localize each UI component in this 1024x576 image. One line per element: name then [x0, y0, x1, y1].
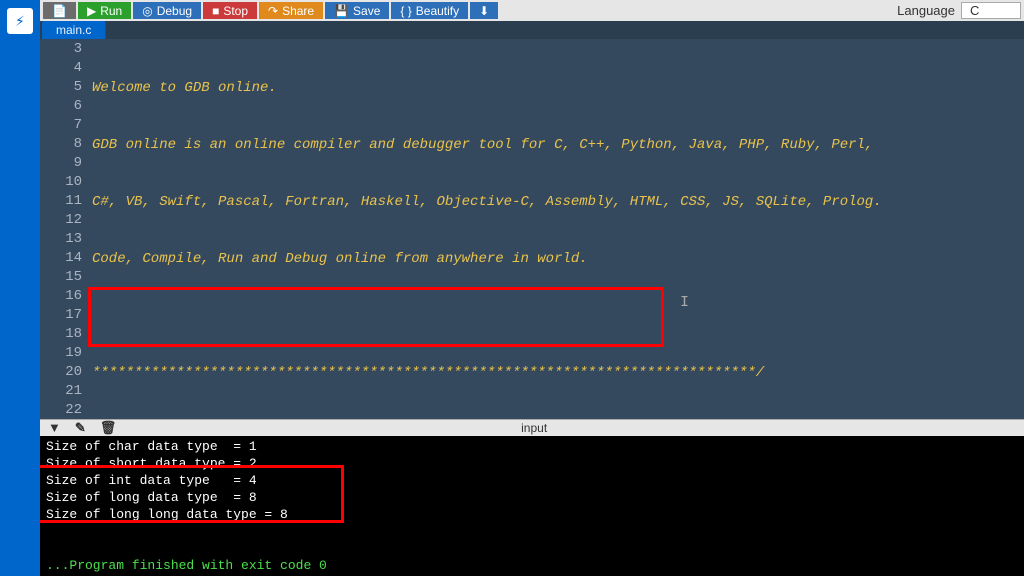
code-editor[interactable]: 345678910111213141516171819202122 Welcom… [40, 39, 1024, 419]
save-label: Save [353, 4, 380, 18]
code-area[interactable]: Welcome to GDB online. GDB online is an … [92, 39, 1024, 419]
comment: ****************************************… [92, 365, 764, 381]
tab-main-c[interactable]: main.c [42, 21, 106, 39]
left-sidebar: ⚡ [0, 0, 40, 576]
trash-icon[interactable]: 🗑 [100, 420, 117, 436]
bug-icon: ◎ [142, 4, 152, 18]
share-icon: ↷ [268, 4, 278, 18]
language-label: Language [889, 2, 959, 19]
braces-icon: { } [400, 4, 411, 18]
comment: C#, VB, Swift, Pascal, Fortran, Haskell,… [92, 194, 882, 210]
output-line: Size of long long data type = 8 [46, 506, 1018, 523]
beautify-button[interactable]: { } Beautify [391, 2, 468, 19]
stop-label: Stop [223, 4, 248, 18]
share-label: Share [282, 4, 314, 18]
debug-label: Debug [157, 4, 192, 18]
tabstrip: main.c [40, 21, 1024, 39]
comment: GDB online is an online compiler and deb… [92, 137, 873, 153]
save-button[interactable]: 💾 Save [325, 2, 389, 19]
console-input-label: input [124, 421, 944, 435]
download-button[interactable]: ⬇ [470, 2, 498, 19]
save-icon: 💾 [334, 4, 349, 18]
run-button[interactable]: ▶ Run [78, 2, 131, 19]
stop-icon: ■ [212, 4, 219, 18]
spacer [500, 2, 887, 19]
console-output[interactable]: Size of char data type = 1 Size of short… [40, 436, 1024, 576]
run-label: Run [100, 4, 122, 18]
line-gutter: 345678910111213141516171819202122 [40, 39, 92, 419]
edit-icon[interactable]: ✎ [75, 420, 86, 436]
comment: Welcome to GDB online. [92, 80, 277, 96]
file-icon: 📄 [52, 4, 67, 18]
ibeam-cursor-icon: I [680, 293, 689, 312]
stop-button[interactable]: ■ Stop [203, 2, 257, 19]
comment: Code, Compile, Run and Debug online from… [92, 251, 588, 267]
ide-logo-icon: ⚡ [7, 8, 33, 34]
download-icon: ⬇ [479, 4, 489, 18]
new-file-button[interactable]: 📄 [43, 2, 76, 19]
toolbar: 📄 ▶ Run ◎ Debug ■ Stop ↷ Share 💾 Save { } Beau… [40, 0, 1024, 21]
main-area: 📄 ▶ Run ◎ Debug ■ Stop ↷ Share 💾 Save { } Beau… [40, 0, 1024, 576]
language-select[interactable]: C [961, 2, 1021, 19]
share-button[interactable]: ↷ Share [259, 2, 323, 19]
console-header: ▼ ✎ 🗑 input [40, 420, 1024, 436]
exit-line: ...Program finished with exit code 0 [46, 557, 1018, 574]
output-line: Size of int data type = 4 [46, 472, 1018, 489]
play-icon: ▶ [87, 4, 96, 18]
output-line: Size of char data type = 1 [46, 438, 1018, 455]
output-line: Size of long data type = 8 [46, 489, 1018, 506]
output-line: Size of short data type = 2 [46, 455, 1018, 472]
collapse-icon[interactable]: ▼ [48, 420, 61, 436]
beautify-label: Beautify [416, 4, 459, 18]
debug-button[interactable]: ◎ Debug [133, 2, 201, 19]
